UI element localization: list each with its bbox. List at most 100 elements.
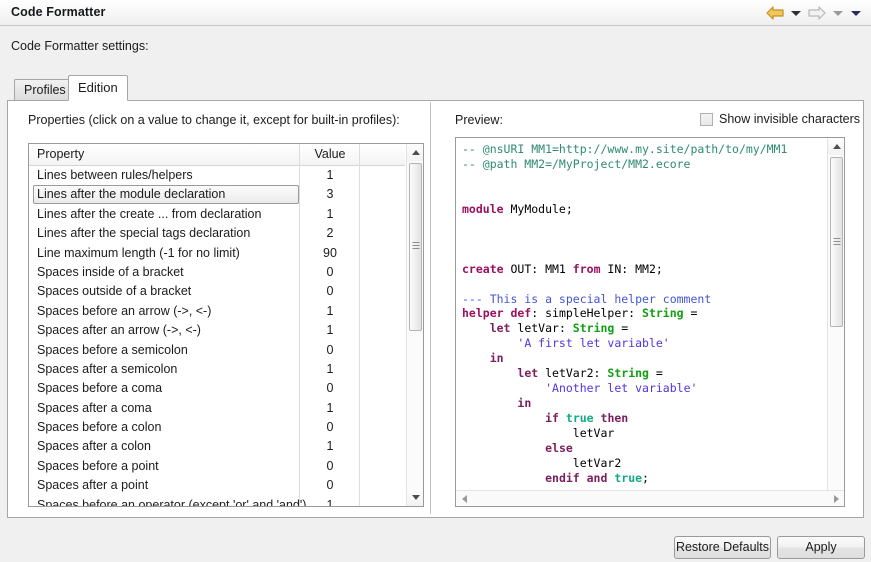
table-row[interactable]: Lines after the create ... from declarat… <box>29 205 405 224</box>
table-row[interactable]: Spaces before a point 0 <box>29 457 405 476</box>
code-line: 'A first let variable' <box>517 336 670 351</box>
scroll-up-arrow-icon[interactable] <box>407 144 423 161</box>
table-row[interactable]: Spaces after a semicolon 1 <box>29 360 405 379</box>
row-property-value[interactable]: 0 <box>305 341 355 360</box>
tab-profiles[interactable]: Profiles <box>14 79 76 100</box>
row-property-name: Spaces before a colon <box>37 420 162 435</box>
row-property-value[interactable]: 0 <box>305 379 355 398</box>
table-header: Property Value <box>29 144 405 166</box>
back-history-chevron-down-icon[interactable] <box>791 10 801 16</box>
code-line: in <box>517 396 532 411</box>
code-line: let letVar2: String = <box>517 366 663 381</box>
code-line: endif and true; <box>545 470 649 485</box>
table-row[interactable]: Lines between rules/helpers 1 <box>29 166 405 185</box>
back-button[interactable] <box>763 2 787 24</box>
properties-table: Property Value Lines between rules/helpe… <box>28 143 424 507</box>
code-line: letVar <box>462 426 615 441</box>
row-property-value[interactable]: 1 <box>305 166 355 185</box>
row-property-value[interactable]: 1 <box>305 205 355 224</box>
scroll-down-arrow-icon[interactable] <box>407 489 423 506</box>
table-row[interactable]: Spaces before an operator (except 'or' a… <box>29 496 405 507</box>
code-line: letVar2 <box>462 456 622 471</box>
properties-vertical-scrollbar[interactable] <box>406 144 423 506</box>
apply-button[interactable]: Apply <box>777 536 865 559</box>
row-property-value[interactable]: 90 <box>305 244 355 263</box>
row-property-name: Spaces before a semicolon <box>37 342 188 357</box>
table-row[interactable]: Spaces after a coma 1 <box>29 399 405 418</box>
column-header-property[interactable]: Property <box>37 144 84 165</box>
code-line: in <box>489 351 504 366</box>
code-line: module MyModule; <box>462 201 573 216</box>
scroll-left-arrow-icon[interactable] <box>456 491 472 506</box>
row-property-name: Lines after the module declaration <box>37 187 226 202</box>
scrollbar-thumb[interactable] <box>830 157 843 327</box>
code-line: --- This is a special helper comment <box>462 291 712 306</box>
row-property-name: Lines after the special tags declaration <box>37 226 251 241</box>
preview-vertical-scrollbar[interactable] <box>827 138 844 506</box>
row-property-value[interactable]: 1 <box>305 321 355 340</box>
row-property-value[interactable]: 0 <box>305 263 355 282</box>
row-property-value[interactable]: 1 <box>305 399 355 418</box>
row-property-value[interactable]: 0 <box>305 457 355 476</box>
toolbar-overflow-chevron-down-icon[interactable] <box>851 10 861 16</box>
row-property-value[interactable]: 1 <box>305 302 355 321</box>
table-row[interactable]: Spaces before an arrow (->, <-) 1 <box>29 302 405 321</box>
row-property-name: Spaces after a point <box>37 478 149 493</box>
code-line: let letVar: String = <box>489 321 629 336</box>
row-property-value[interactable]: 0 <box>305 418 355 437</box>
code-line: helper def: simpleHelper: String = <box>462 306 698 321</box>
row-property-value[interactable]: 0 <box>305 282 355 301</box>
row-property-value[interactable]: 2 <box>305 224 355 243</box>
table-row[interactable]: Line maximum length (-1 for no limit) 90 <box>29 244 405 263</box>
forward-button[interactable] <box>805 2 829 24</box>
row-property-value[interactable]: 0 <box>305 476 355 495</box>
row-property-name: Spaces before a point <box>37 458 159 473</box>
tab-edition[interactable]: Edition <box>68 75 128 101</box>
forward-arrow-icon <box>808 6 826 20</box>
code-line: -- @nsURI MM1=http://www.my.site/path/to… <box>462 142 788 156</box>
window-title-bar: Code Formatter <box>0 0 871 26</box>
table-row[interactable]: Spaces inside of a bracket 0 <box>29 263 405 282</box>
row-property-value[interactable]: 1 <box>305 437 355 456</box>
settings-subtitle: Code Formatter settings: <box>11 39 149 53</box>
back-arrow-icon <box>766 6 784 20</box>
row-property-name: Spaces before an operator (except 'or' a… <box>37 497 307 507</box>
row-property-value[interactable]: 1 <box>305 360 355 379</box>
code-line: else <box>545 441 573 456</box>
page-title: Code Formatter <box>11 5 106 19</box>
row-property-name: Spaces before an arrow (->, <-) <box>37 303 212 318</box>
scroll-right-arrow-icon[interactable] <box>828 491 844 506</box>
row-property-name: Spaces before a coma <box>37 381 163 396</box>
show-invisible-characters-checkbox-group[interactable]: Show invisible characters <box>700 112 860 126</box>
row-property-value[interactable]: 3 <box>305 185 355 204</box>
restore-defaults-button[interactable]: Restore Defaults <box>674 536 771 559</box>
show-invisible-characters-label: Show invisible characters <box>719 112 861 126</box>
show-invisible-characters-checkbox[interactable] <box>700 112 713 126</box>
column-header-value[interactable]: Value <box>305 144 355 165</box>
row-property-name: Spaces after an arrow (->, <-) <box>37 323 201 338</box>
table-row[interactable]: Spaces before a colon 0 <box>29 418 405 437</box>
preview-horizontal-scrollbar[interactable] <box>456 490 844 506</box>
table-row[interactable]: Spaces after a colon 1 <box>29 437 405 456</box>
scroll-up-arrow-icon[interactable] <box>828 138 844 155</box>
scrollbar-thumb[interactable] <box>409 163 422 331</box>
table-row[interactable]: Lines after the module declaration 3 <box>29 185 405 205</box>
panel-divider[interactable] <box>430 102 431 514</box>
table-row[interactable]: Lines after the special tags declaration… <box>29 224 405 243</box>
table-row[interactable]: Spaces outside of a bracket 0 <box>29 282 405 301</box>
row-property-value[interactable]: 1 <box>305 496 355 506</box>
row-property-name: Line maximum length (-1 for no limit) <box>37 245 240 260</box>
table-row[interactable]: Spaces after an arrow (->, <-) 1 <box>29 321 405 340</box>
preview-panel: -- @nsURI MM1=http://www.my.site/path/to… <box>455 137 845 507</box>
table-row[interactable]: Spaces after a point 0 <box>29 476 405 495</box>
code-line: create OUT: MM1 from IN: MM2; <box>462 261 663 276</box>
table-row[interactable]: Spaces before a semicolon 0 <box>29 341 405 360</box>
forward-history-chevron-down-icon[interactable] <box>833 10 843 16</box>
code-line: if true then <box>545 411 629 426</box>
table-row[interactable]: Spaces before a coma 0 <box>29 379 405 398</box>
row-property-name: Spaces inside of a bracket <box>37 264 184 279</box>
